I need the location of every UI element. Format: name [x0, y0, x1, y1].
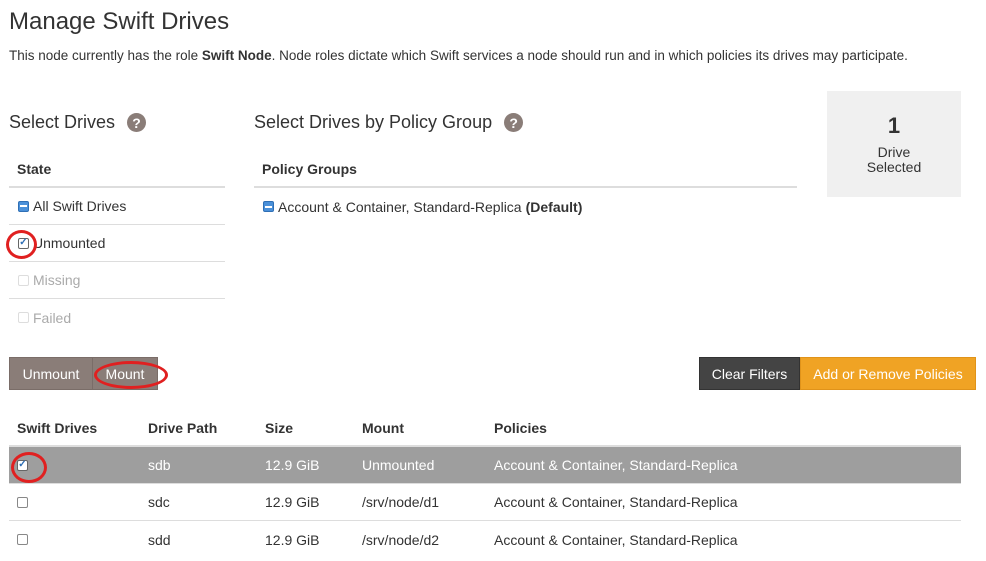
drive-mount: /srv/node/d2 — [362, 531, 440, 548]
page-title: Manage Swift Drives — [9, 8, 230, 35]
table-row[interactable]: ✓ sdb 12.9 GiB Unmounted Account & Conta… — [9, 447, 961, 484]
policy-group-filter: Policy Groups Account & Container, Stand… — [254, 150, 797, 225]
drive-path: sdd — [148, 531, 171, 548]
role-description: This node currently has the role Swift N… — [9, 48, 908, 63]
filter-all-swift-drives[interactable]: All Swift Drives — [9, 188, 225, 225]
column-header: Drive Path — [148, 419, 218, 436]
policy-groups-column-header: Policy Groups — [254, 150, 797, 188]
filter-failed: Failed — [9, 299, 225, 336]
filter-missing: Missing — [9, 262, 225, 299]
table-row[interactable]: sdc 12.9 GiB /srv/node/d1 Account & Cont… — [9, 484, 961, 521]
drive-path: sdb — [148, 457, 171, 473]
column-header: Policies — [494, 419, 547, 436]
partial-checkbox-icon[interactable] — [263, 201, 274, 212]
column-header: Size — [265, 419, 294, 436]
state-filter: State All Swift Drives ✓ Unmounted Missi… — [9, 150, 225, 336]
select-drives-heading: Select Drives ? — [9, 112, 147, 133]
mount-button[interactable]: Mount — [92, 357, 158, 390]
filter-unmounted[interactable]: ✓ Unmounted — [9, 225, 225, 262]
drive-mount: /srv/node/d1 — [362, 494, 440, 510]
table-header: Swift Drives Drive Path Size Mount Polic… — [9, 410, 961, 447]
disabled-checkbox-icon — [18, 312, 29, 323]
column-header: Swift Drives — [17, 419, 98, 436]
selected-label: Drive Selected — [866, 144, 922, 175]
table-row[interactable]: sdd 12.9 GiB /srv/node/d2 Account & Cont… — [9, 521, 961, 558]
checked-checkbox-icon[interactable]: ✓ — [18, 237, 29, 249]
column-header: Mount — [362, 419, 404, 436]
selected-count: 1 — [887, 113, 901, 138]
drive-size: 12.9 GiB — [265, 494, 320, 510]
drives-table: Swift Drives Drive Path Size Mount Polic… — [9, 410, 961, 558]
drive-size: 12.9 GiB — [265, 457, 320, 473]
row-checkbox[interactable] — [17, 496, 28, 508]
state-column-header: State — [9, 150, 225, 188]
disabled-checkbox-icon — [18, 274, 29, 286]
drive-policies: Account & Container, Standard-Replica — [494, 494, 738, 510]
partial-checkbox-icon[interactable] — [18, 200, 29, 212]
help-icon[interactable]: ? — [127, 113, 147, 132]
selection-summary: 1 Drive Selected — [827, 91, 961, 197]
drive-mount: Unmounted — [362, 457, 435, 473]
unmount-button[interactable]: Unmount — [9, 357, 93, 390]
policy-group-heading: Select Drives by Policy Group ? — [254, 112, 524, 133]
drive-policies: Account & Container, Standard-Replica — [494, 531, 738, 548]
role-name: Swift Node — [201, 48, 272, 63]
drive-path: sdc — [148, 494, 170, 510]
filter-policy-group[interactable]: Account & Container, Standard-Replica (D… — [254, 188, 797, 225]
row-checkbox[interactable]: ✓ — [17, 459, 28, 471]
help-icon[interactable]: ? — [504, 113, 524, 132]
drive-size: 12.9 GiB — [265, 531, 320, 548]
drive-policies: Account & Container, Standard-Replica — [494, 457, 738, 473]
row-checkbox[interactable] — [17, 534, 28, 545]
clear-filters-button[interactable]: Clear Filters — [699, 357, 800, 390]
add-remove-policies-button[interactable]: Add or Remove Policies — [800, 357, 976, 390]
